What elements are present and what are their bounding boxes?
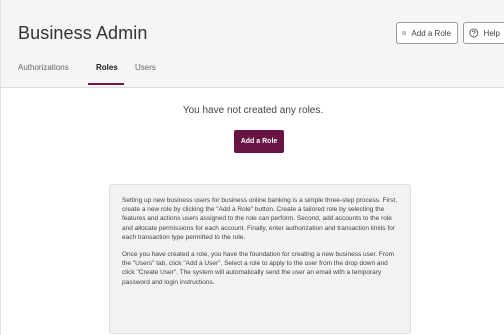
question-circle-icon — [469, 28, 479, 38]
add-role-button[interactable]: Add a Role — [234, 130, 284, 153]
tab-roles[interactable]: Roles — [96, 63, 118, 72]
active-tab-indicator — [88, 83, 124, 85]
empty-state-message: You have not created any roles. — [182, 105, 324, 116]
help-button[interactable]: Help — [463, 22, 504, 44]
instructions-paragraph: Setting up new business users for busine… — [122, 197, 397, 241]
plus-circle-icon — [402, 30, 407, 36]
instructions-paragraph: Once you have created a role, you have t… — [122, 251, 395, 286]
tab-authorizations[interactable]: Authorizations — [18, 63, 69, 72]
add-role-header-button[interactable]: Add a Role — [396, 22, 458, 44]
page: Business Admin Add a Role Help Authoriza… — [0, 0, 504, 335]
add-role-header-label: Add a Role — [411, 28, 451, 38]
tab-users[interactable]: Users — [135, 63, 156, 72]
page-header: Business Admin Add a Role Help Authoriza… — [1, 0, 504, 88]
instructions-panel: Setting up new business users for busine… — [109, 184, 411, 334]
page-title: Business Admin — [18, 23, 148, 43]
help-label: Help — [483, 28, 500, 38]
